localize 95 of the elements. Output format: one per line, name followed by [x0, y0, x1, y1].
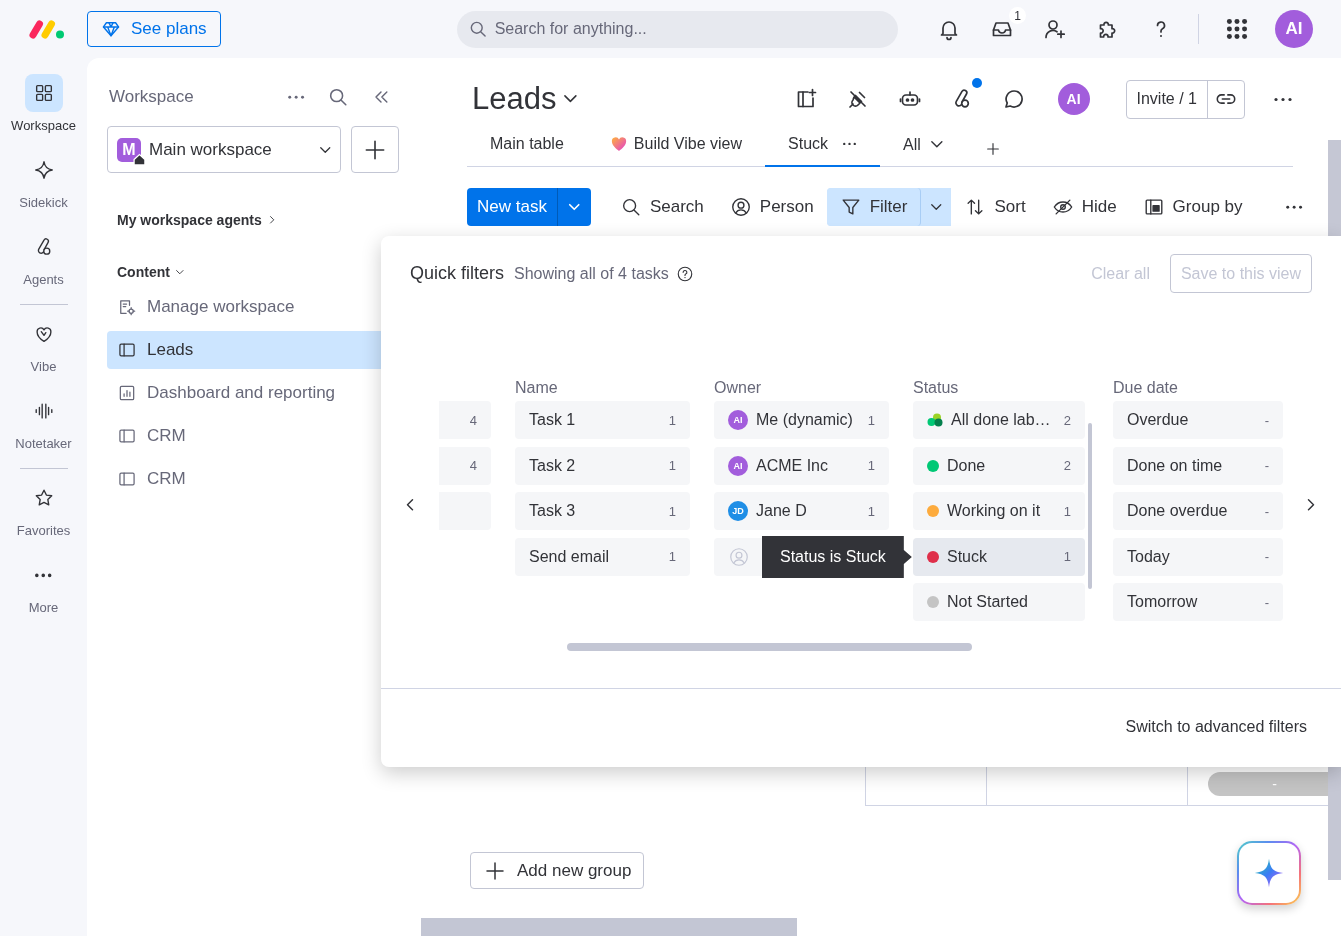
filter-option[interactable]: Not Started: [913, 583, 1085, 621]
home-icon: [133, 152, 146, 166]
chevron-down-icon: [931, 204, 942, 210]
toolbar-button[interactable]: Person: [716, 188, 827, 226]
search-icon[interactable]: [327, 86, 349, 108]
view-tab[interactable]: Build Vibe view: [586, 128, 766, 167]
search-field[interactable]: Search for anything...: [456, 10, 898, 48]
scrollbar[interactable]: [1328, 767, 1341, 880]
filter-option[interactable]: Send email 1: [515, 537, 690, 576]
avatar: AI: [728, 455, 748, 476]
heart-icon: [609, 134, 628, 153]
user-avatar[interactable]: AI: [1057, 83, 1090, 115]
diamond-icon: [101, 19, 121, 39]
add-button[interactable]: [351, 126, 399, 173]
rail-item[interactable]: Vibe: [3, 315, 84, 392]
panel-title: Workspace: [109, 87, 194, 107]
rail-item[interactable]: Agents: [3, 228, 84, 305]
more-icon[interactable]: [286, 94, 305, 100]
chevron-down-icon: [930, 141, 943, 148]
column-title: Due date: [1113, 379, 1179, 398]
chevron-down-icon: [569, 204, 580, 210]
scrollbar[interactable]: [1088, 423, 1092, 589]
status-group-icon: [927, 413, 943, 427]
person-icon: [729, 196, 752, 218]
filter-option[interactable]: 4: [439, 401, 491, 439]
filter-option[interactable]: Task 2 1: [515, 446, 690, 485]
more-icon[interactable]: [1273, 96, 1293, 102]
sidebar-item[interactable]: Dashboard and reporting: [107, 374, 381, 412]
toolbar-button[interactable]: Search: [606, 188, 717, 226]
tooltip: Status is Stuck: [762, 536, 912, 578]
filter-option[interactable]: Working on it 1: [913, 492, 1085, 530]
board-title: Leads: [472, 81, 557, 117]
help-icon[interactable]: [675, 264, 694, 283]
chart-icon: [117, 383, 137, 403]
user-avatar[interactable]: AI: [1275, 10, 1313, 48]
assistant-button[interactable]: [1237, 841, 1301, 905]
filter-option[interactable]: 4: [439, 446, 491, 485]
filter-option[interactable]: Tomorrow -: [1113, 583, 1283, 621]
sidebar-item[interactable]: Leads: [107, 331, 381, 369]
filter-option[interactable]: All done lab… 2: [913, 401, 1085, 439]
agents-link[interactable]: My workspace agents: [117, 212, 275, 228]
filter-summary: Showing all of 4 tasks: [514, 264, 669, 283]
rail-item[interactable]: Workspace: [3, 74, 84, 151]
settings-doc-icon: [117, 297, 137, 317]
rail-item[interactable]: Notetaker: [3, 392, 84, 469]
column-title: Owner: [714, 379, 763, 398]
sparkle-icon: [32, 159, 55, 181]
chevron-down-icon[interactable]: [564, 95, 578, 103]
advanced-filters-link[interactable]: Switch to advanced filters: [1125, 718, 1307, 736]
apps-icon[interactable]: [1224, 16, 1250, 42]
filter-option[interactable]: Overdue -: [1113, 401, 1283, 439]
scrollbar[interactable]: [1328, 140, 1341, 236]
sidebar-item[interactable]: Manage workspace: [107, 288, 381, 326]
more-icon: [35, 573, 52, 577]
filter-option[interactable]: Today -: [1113, 537, 1283, 576]
workspace-selector[interactable]: M Main workspace: [107, 126, 341, 173]
view-dropdown[interactable]: All: [880, 127, 955, 166]
rail-item[interactable]: Sidekick: [3, 151, 84, 228]
filter-option[interactable]: JD Jane D 1: [714, 492, 889, 530]
person-placeholder-icon: [728, 545, 750, 568]
toolbar-button[interactable]: Filter: [826, 188, 922, 226]
chevron-down-icon: [319, 146, 330, 153]
invite-person-icon[interactable]: [1043, 17, 1067, 41]
avatar: JD: [728, 501, 748, 521]
filter-option[interactable]: AI Me (dynamic) 1: [714, 401, 889, 439]
filter-option[interactable]: Task 3 1: [515, 492, 690, 530]
filter-option[interactable]: Done 2: [913, 446, 1085, 485]
add-group-button[interactable]: Add new group: [470, 852, 645, 889]
view-tab[interactable]: Stuck: [765, 128, 881, 167]
sidebar-item[interactable]: CRM: [107, 417, 381, 455]
notification-badge: 1: [1009, 7, 1026, 24]
column-title: Status: [913, 379, 960, 398]
rail-item[interactable]: Favorites: [3, 479, 84, 556]
sidebar-item[interactable]: CRM: [107, 460, 381, 498]
more-icon: [842, 141, 858, 146]
filter-option[interactable]: Task 1 1: [515, 401, 690, 439]
toolbar-button[interactable]: Hide: [1038, 188, 1130, 226]
filter-option[interactable]: Done on time -: [1113, 446, 1283, 485]
toolbar-button[interactable]: Sort: [951, 188, 1039, 226]
scrollbar[interactable]: [567, 643, 972, 651]
chevron-right-icon: [269, 216, 275, 224]
filter-option[interactable]: Done overdue -: [1113, 492, 1283, 530]
add-view-icon[interactable]: [984, 141, 1001, 157]
rail-item[interactable]: More: [3, 556, 84, 633]
filter-option[interactable]: AI ACME Inc 1: [714, 446, 889, 485]
panel-title: Quick filters: [410, 263, 505, 284]
column-title: Name: [515, 379, 559, 398]
scrollbar[interactable]: [421, 918, 797, 936]
more-icon[interactable]: [1284, 204, 1303, 210]
section-header[interactable]: Content: [117, 264, 184, 280]
avatar: AI: [728, 410, 748, 430]
view-tab[interactable]: Main table: [467, 128, 587, 167]
toolbar-button[interactable]: Group by: [1129, 188, 1256, 226]
see-plans-button[interactable]: See plans: [87, 11, 221, 47]
filter-option[interactable]: Stuck 1: [913, 537, 1085, 576]
